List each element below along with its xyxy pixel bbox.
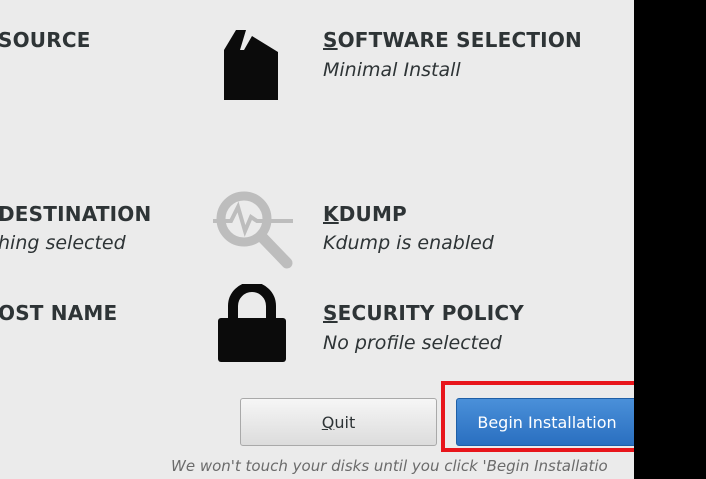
package-icon[interactable] bbox=[216, 22, 286, 102]
black-margin bbox=[634, 0, 706, 479]
quit-button[interactable]: Quit bbox=[240, 398, 437, 446]
kdump-status: Kdump is enabled bbox=[323, 232, 494, 254]
installation-destination-status: hing selected bbox=[0, 232, 126, 254]
disk-warning-note: We won't touch your disks until you clic… bbox=[171, 457, 608, 475]
security-policy-title[interactable]: SECURITY POLICY bbox=[323, 301, 524, 325]
security-policy-title-text: ECURITY POLICY bbox=[337, 301, 524, 325]
installation-source-title[interactable]: SOURCE bbox=[0, 28, 91, 52]
kdump-title[interactable]: KDUMP bbox=[323, 202, 407, 226]
lock-icon[interactable] bbox=[216, 284, 288, 364]
software-selection-title[interactable]: SOFTWARE SELECTION bbox=[323, 28, 582, 52]
kdump-mnemonic: K bbox=[323, 202, 339, 226]
quit-button-label: uit bbox=[334, 412, 356, 432]
security-policy-mnemonic: S bbox=[323, 301, 338, 325]
software-selection-status: Minimal Install bbox=[323, 59, 461, 81]
kdump-title-text: DUMP bbox=[338, 202, 407, 226]
installation-destination-title[interactable]: DESTINATION bbox=[0, 202, 151, 226]
security-policy-status: No profile selected bbox=[323, 332, 502, 354]
highlight-box bbox=[441, 381, 650, 452]
network-hostname-title[interactable]: OST NAME bbox=[0, 301, 117, 325]
magnifier-icon[interactable] bbox=[209, 183, 297, 271]
software-selection-mnemonic: S bbox=[323, 28, 338, 52]
quit-mnemonic: Q bbox=[321, 412, 335, 432]
software-selection-title-text: OFTWARE SELECTION bbox=[337, 28, 582, 52]
